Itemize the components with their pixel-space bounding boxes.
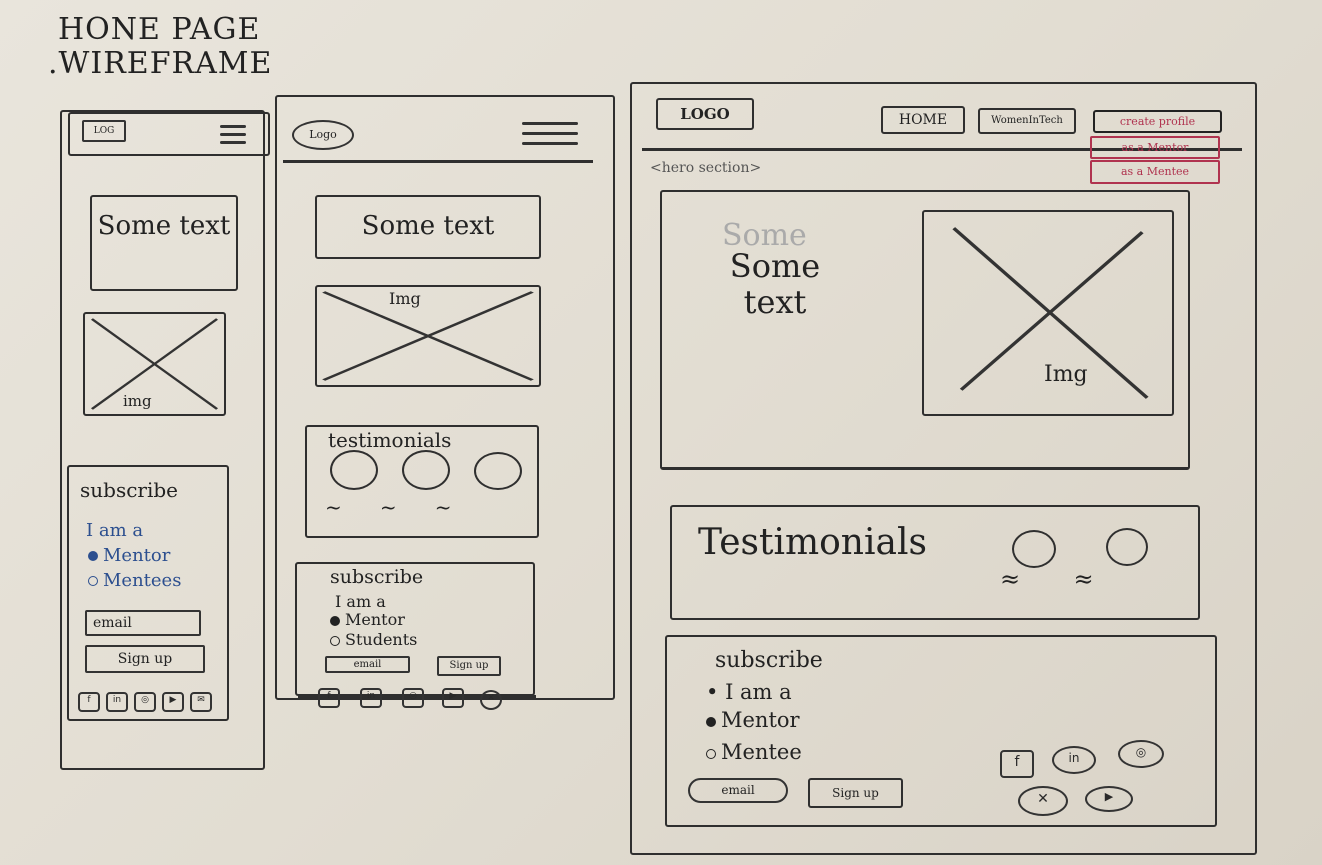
instagram-icon[interactable]: ◎ (134, 692, 156, 712)
linkedin-icon[interactable]: in (106, 692, 128, 712)
role-prompt: • I am a (706, 680, 792, 704)
role-prompt: I am a (86, 520, 144, 541)
signup-button[interactable]: Sign up (808, 778, 903, 808)
hero-text: Some text (729, 247, 821, 321)
facebook-icon[interactable]: f (78, 692, 100, 712)
testimonial-avatar (1106, 528, 1148, 566)
testimonials-heading: testimonials (328, 428, 452, 452)
testimonial-avatar (330, 450, 378, 490)
img-label: Img (389, 289, 421, 308)
radio-icon[interactable] (88, 576, 98, 586)
instagram-icon[interactable]: ◎ (402, 688, 424, 708)
linkedin-icon[interactable]: in (360, 688, 382, 708)
signup-button[interactable]: Sign up (85, 645, 205, 673)
hero-section-label: <hero section> (650, 160, 762, 176)
radio-mentee[interactable]: Mentee (706, 740, 802, 764)
radio-mentor[interactable]: Mentor (706, 708, 800, 732)
mobile-image-placeholder: img (83, 312, 226, 416)
email-field[interactable]: email (325, 656, 410, 673)
radio-icon[interactable] (706, 716, 716, 727)
radio-icon[interactable] (330, 615, 340, 626)
desktop-logo[interactable]: LOGO (656, 98, 754, 130)
desktop-image-placeholder: Img (922, 210, 1174, 416)
testimonials-heading: Testimonials (698, 522, 927, 563)
instagram-icon[interactable]: ◎ (1118, 740, 1164, 768)
email-field[interactable]: email (85, 610, 201, 636)
radio-icon[interactable] (330, 635, 340, 646)
linkedin-icon[interactable]: in (1052, 746, 1096, 774)
nav-women-in-tech[interactable]: WomenInTech (978, 108, 1076, 134)
subscribe-heading: subscribe (80, 478, 179, 502)
nav-create-profile[interactable]: create profile (1093, 110, 1222, 133)
radio-mentor[interactable]: Mentor (88, 545, 170, 566)
sketch-title: HONE PAGE (58, 12, 261, 47)
nav-home[interactable]: HOME (881, 106, 965, 134)
twitter-icon[interactable]: ✉ (190, 692, 212, 712)
testimonial-quote: ≈ ≈ (1000, 565, 1094, 593)
dropdown-as-mentor[interactable]: as a Mentor (1090, 136, 1220, 159)
youtube-icon[interactable]: ▶ (442, 688, 464, 708)
mobile-logo[interactable]: LOG (82, 120, 126, 142)
youtube-icon[interactable]: ▶ (1085, 786, 1133, 812)
hamburger-menu-icon[interactable] (220, 125, 246, 149)
testimonial-avatar (474, 452, 522, 490)
youtube-icon[interactable]: ▶ (162, 692, 184, 712)
sketch-subtitle: .WIREFRAME (48, 46, 273, 81)
tablet-hero-text: Some text (315, 195, 541, 259)
radio-mentee[interactable]: Mentees (88, 570, 181, 591)
role-prompt: I am a (335, 592, 386, 611)
twitter-icon[interactable]: ✕ (480, 690, 502, 710)
img-label: img (123, 392, 152, 410)
subscribe-heading: subscribe (330, 566, 424, 588)
testimonial-quote: ~ ~ ~ (325, 495, 452, 519)
facebook-icon[interactable]: f (1000, 750, 1034, 778)
radio-icon[interactable] (706, 748, 716, 759)
mobile-hero-text: Some text (90, 195, 238, 291)
tablet-image-placeholder: Img (315, 285, 541, 387)
dropdown-as-mentee[interactable]: as a Mentee (1090, 160, 1220, 184)
subscribe-heading: subscribe (715, 648, 823, 673)
img-label: Img (1044, 362, 1088, 387)
mobile-subscribe-section (67, 465, 229, 721)
email-field[interactable]: email (688, 778, 788, 803)
tablet-header-divider (283, 160, 593, 163)
radio-student[interactable]: Students (330, 630, 417, 649)
hamburger-menu-icon[interactable] (522, 122, 578, 150)
testimonial-avatar (402, 450, 450, 490)
tablet-logo[interactable]: Logo (292, 120, 354, 150)
testimonial-avatar (1012, 530, 1056, 568)
radio-icon[interactable] (88, 551, 98, 561)
signup-button[interactable]: Sign up (437, 656, 501, 676)
facebook-icon[interactable]: f (318, 688, 340, 708)
radio-mentor[interactable]: Mentor (330, 610, 405, 629)
twitter-icon[interactable]: ✕ (1018, 786, 1068, 816)
